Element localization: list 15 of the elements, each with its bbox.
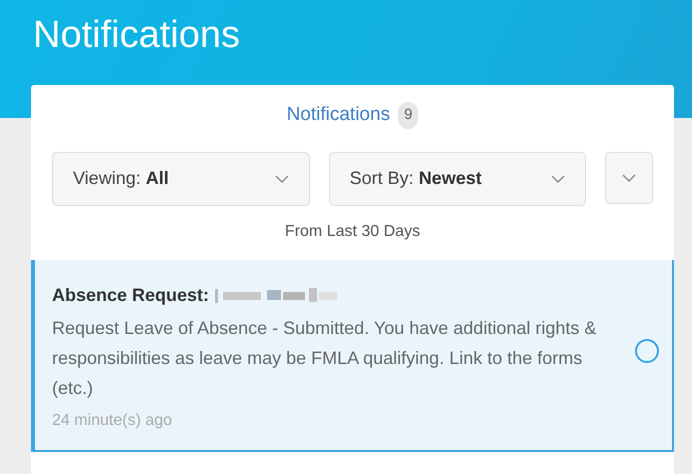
chevron-down-icon [274, 174, 289, 182]
unread-circle-icon[interactable] [634, 338, 660, 364]
notification-message: Request Leave of Absence - Submitted. You have additional rights & responsibilities as leave may be FMLA qualifying. Link to the forms (etc.) [52, 316, 598, 400]
notification-time: 24 minute(s) ago [52, 410, 174, 430]
panel-title: Notifications [286, 103, 390, 127]
filter-dropdown[interactable]: Viewing: All [52, 152, 310, 206]
notification-title: Absence Request: [52, 284, 210, 307]
expand-button[interactable] [605, 152, 653, 204]
page-title: Notifications [33, 13, 240, 58]
chevron-down-icon [551, 174, 566, 182]
notification-item[interactable]: Absence Request: Request Leave of Absence - Submitted. You have additional rights & responsibilities as leave may be FMLA qualifying. Link to the forms (etc.) 24 minute(s) ago [31, 260, 674, 452]
filter-dropdown[interactable]: Sort By: Newest [328, 152, 586, 206]
count-badge: 9 [398, 102, 418, 128]
chevron-down-icon [622, 174, 636, 182]
date-range-label: From Last 30 Days [284, 222, 420, 242]
